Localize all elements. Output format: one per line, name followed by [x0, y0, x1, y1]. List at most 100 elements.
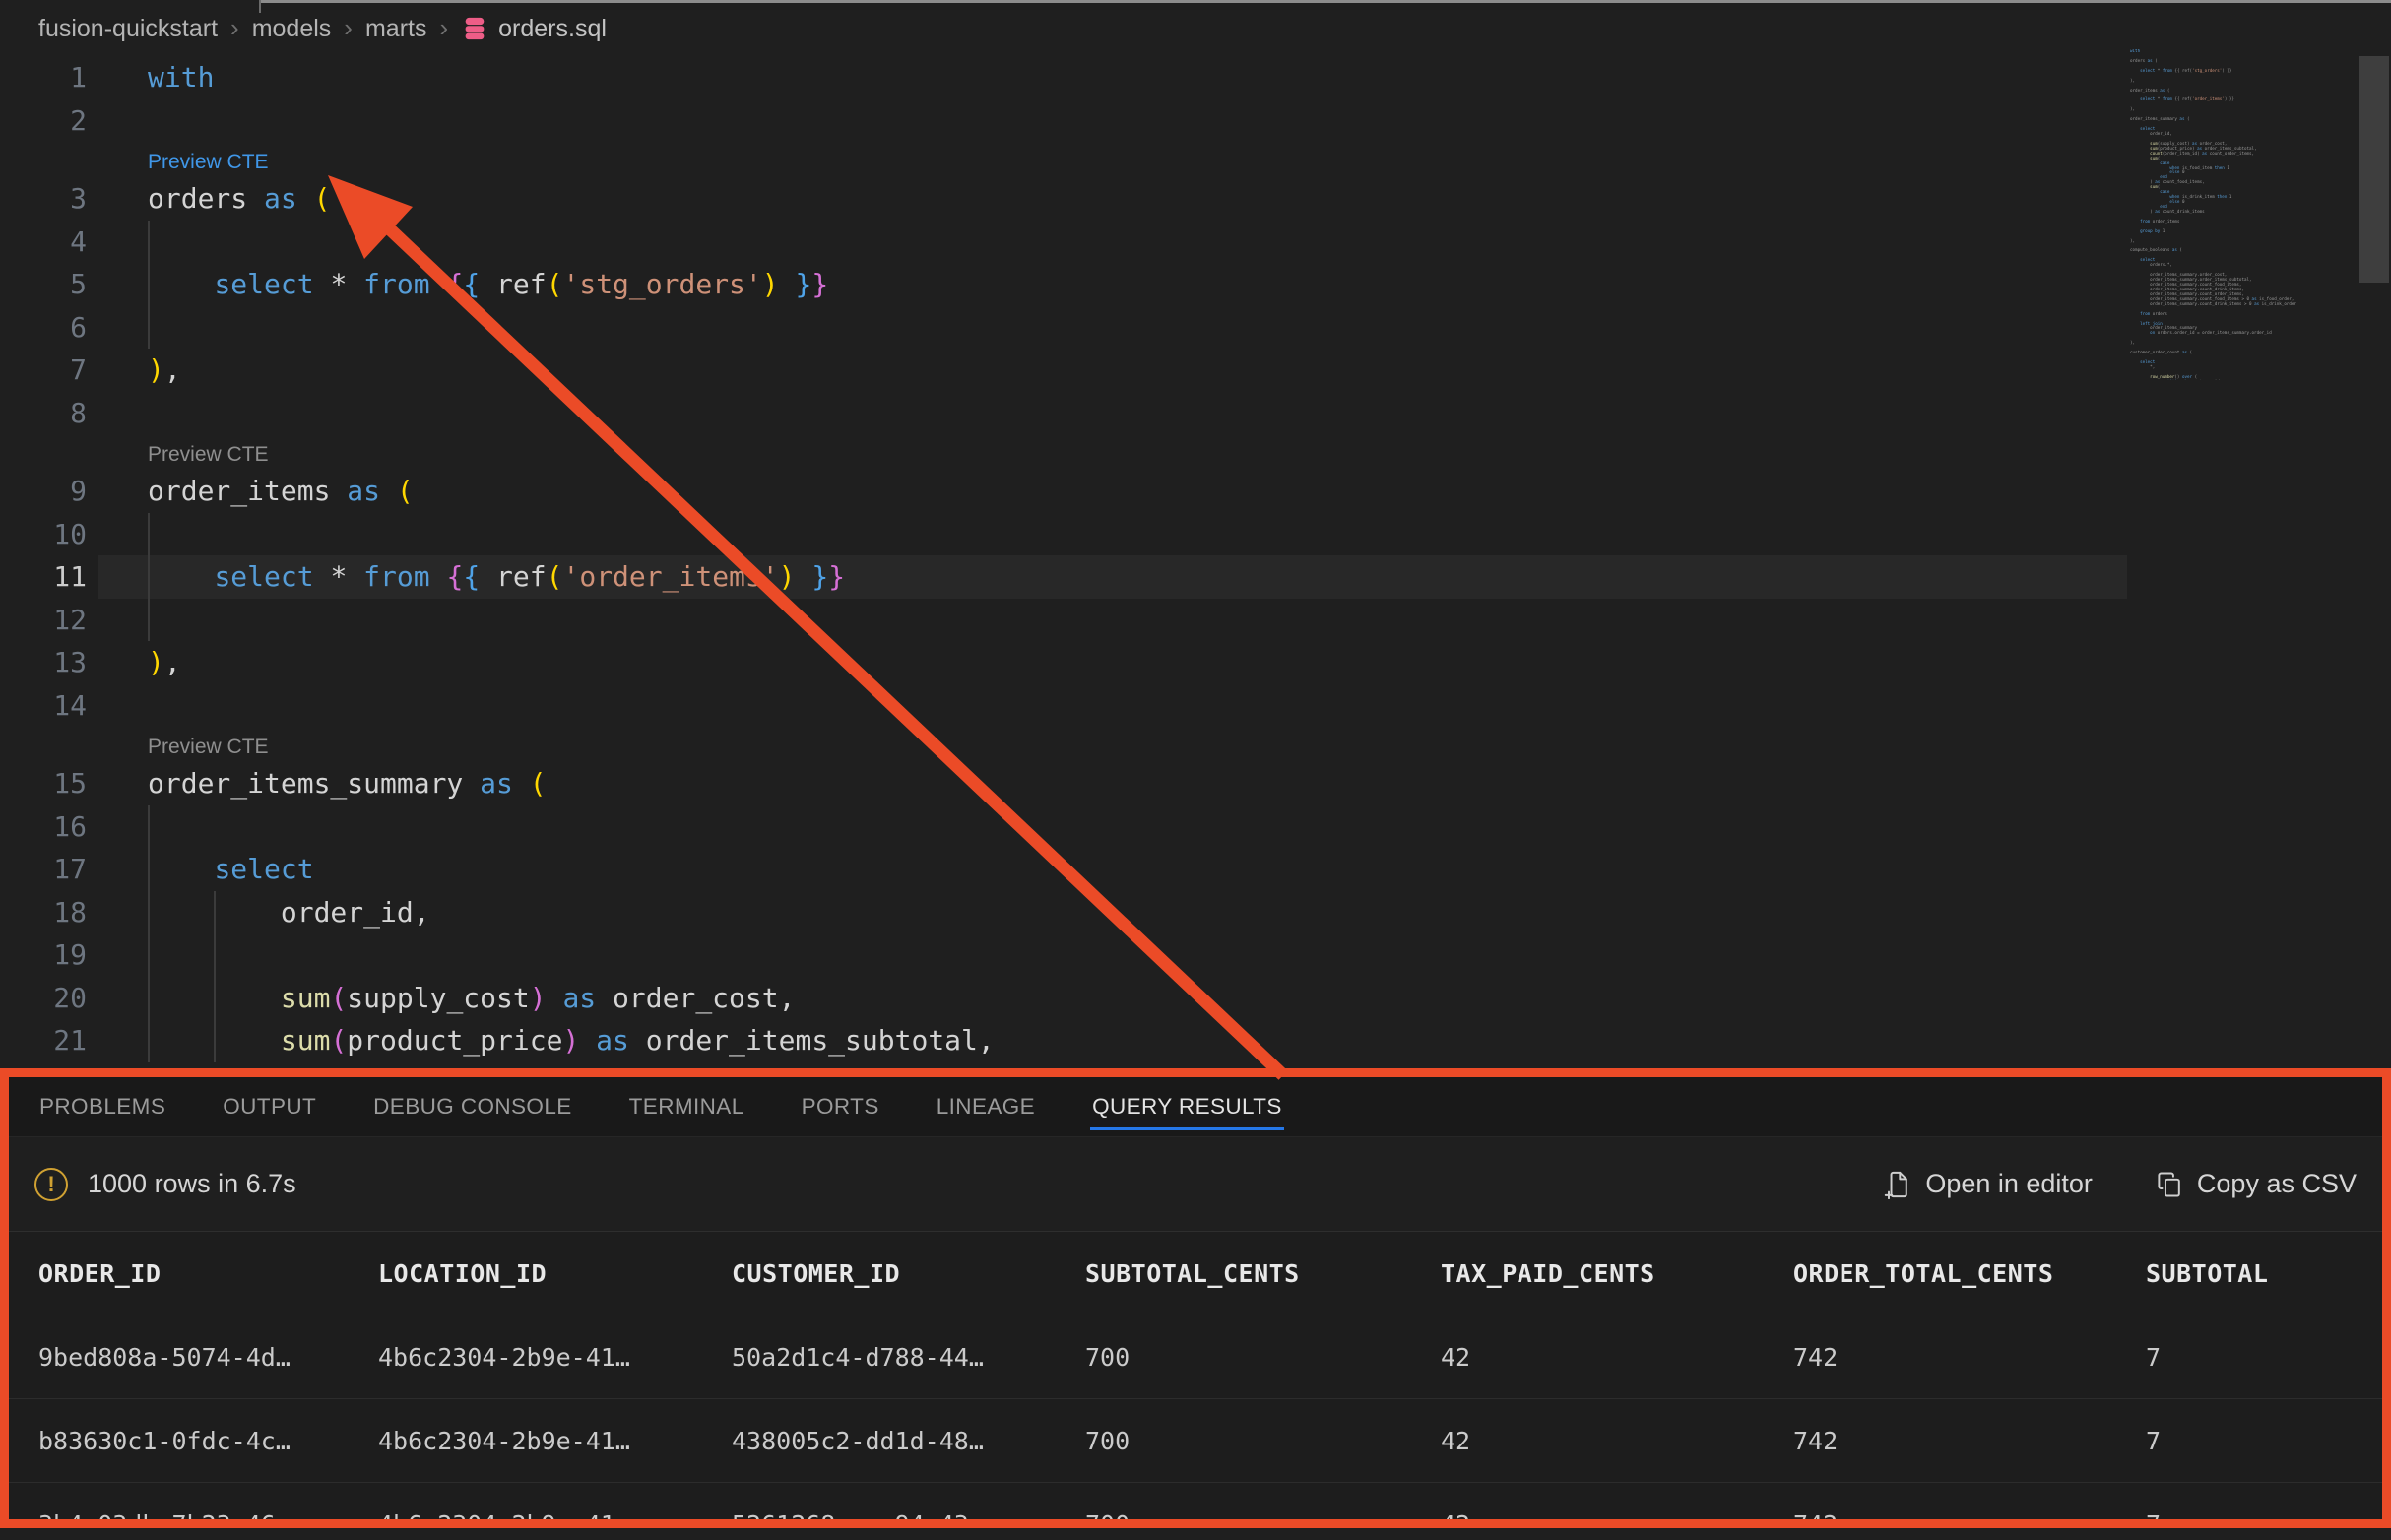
codelens-row: Preview CTE [0, 142, 2391, 177]
code-text: sum(supply_cost) as order_cost, [148, 977, 795, 1020]
panel-tab-label: PORTS [802, 1094, 879, 1120]
new-file-icon [1884, 1170, 1911, 1199]
column-header[interactable]: CUSTOMER_ID [732, 1259, 1085, 1288]
table-cell: 3b4a03db-7b23-46… [38, 1510, 378, 1529]
code-text: with [148, 56, 214, 99]
line-number: 4 [0, 221, 87, 264]
editor-scrollbar-thumb[interactable] [2359, 56, 2389, 283]
breadcrumb-item[interactable]: fusion-quickstart [38, 15, 218, 43]
preview-cte-codelens[interactable]: Preview CTE [148, 736, 269, 759]
line-number: 19 [0, 933, 87, 977]
open-in-editor-button[interactable]: Open in editor [1884, 1169, 2093, 1199]
panel-tab-output[interactable]: OUTPUT [202, 1077, 337, 1136]
code-text: ), [148, 349, 181, 392]
code-text: select * from {{ ref('order_items') }} [148, 555, 845, 599]
line-number: 16 [0, 805, 87, 849]
action-label: Open in editor [1925, 1169, 2093, 1199]
column-header[interactable]: LOCATION_ID [378, 1259, 732, 1288]
table-cell: 700 [1085, 1427, 1441, 1455]
code-line: 11 select * from {{ ref('order_items') }… [0, 555, 2391, 599]
table-cell: 742 [1793, 1427, 2146, 1455]
codelens-row: Preview CTE [0, 727, 2391, 762]
code-line: 5 select * from {{ ref('stg_orders') }} [0, 263, 2391, 306]
panel-tab-query-results[interactable]: QUERY RESULTS [1071, 1077, 1303, 1136]
code-text: sum(product_price) as order_items_subtot… [148, 1019, 995, 1062]
column-header[interactable]: ORDER_TOTAL_CENTS [1793, 1259, 2146, 1288]
panel-tab-label: PROBLEMS [39, 1094, 165, 1120]
panel-tab-label: LINEAGE [937, 1094, 1035, 1120]
line-number: 20 [0, 977, 87, 1020]
code-text: select * from {{ ref('stg_orders') }} [148, 263, 828, 306]
breadcrumb-separator-icon: › [230, 13, 239, 43]
table-cell: 700 [1085, 1343, 1441, 1372]
table-cell: 742 [1793, 1343, 2146, 1372]
code-line: 7), [0, 349, 2391, 392]
code-line: 3 orders as ( [0, 177, 2391, 221]
table-cell: 42 [1441, 1427, 1793, 1455]
panel-tab-bar: PROBLEMS OUTPUT DEBUG CONSOLE TERMINAL PORTS… [9, 1077, 2382, 1137]
line-number: 21 [0, 1019, 87, 1062]
table-cell: b83630c1-0fdc-4c… [38, 1427, 378, 1455]
code-line: 17 select [0, 848, 2391, 891]
code-line: 1 with [0, 56, 2391, 99]
results-table-header: ORDER_IDLOCATION_IDCUSTOMER_IDSUBTOTAL_C… [9, 1232, 2382, 1315]
code-editor[interactable]: 1 with 2 Preview CTE 3 orders as ( 45 select *… [0, 56, 2391, 1062]
panel-tab-terminal[interactable]: TERMINAL [609, 1077, 765, 1136]
table-row[interactable]: 3b4a03db-7b23-46…4b6c2304-2b9e-41…526126… [9, 1483, 2382, 1528]
column-header[interactable]: TAX_PAID_CENTS [1441, 1259, 1793, 1288]
preview-cte-codelens[interactable]: Preview CTE [148, 151, 269, 174]
code-line: 13), [0, 641, 2391, 684]
breadcrumb-file[interactable]: orders.sql [461, 15, 607, 43]
line-number: 10 [0, 513, 87, 556]
table-cell: 438005c2-dd1d-48… [732, 1427, 1085, 1455]
panel-tab-label: TERMINAL [629, 1094, 744, 1120]
warning-icon: ! [34, 1168, 68, 1201]
column-header[interactable]: ORDER_ID [38, 1259, 378, 1288]
breadcrumb-item[interactable]: marts [365, 15, 427, 43]
table-cell: 42 [1441, 1343, 1793, 1372]
table-row[interactable]: 9bed808a-5074-4d…4b6c2304-2b9e-41…50a2d1… [9, 1315, 2382, 1399]
line-number: 1 [0, 56, 87, 99]
results-table: 9bed808a-5074-4d…4b6c2304-2b9e-41…50a2d1… [9, 1315, 2382, 1528]
table-cell: 9bed808a-5074-4d… [38, 1343, 378, 1372]
line-number: 3 [0, 177, 87, 221]
line-number: 8 [0, 392, 87, 435]
code-line: 4 [0, 221, 2391, 264]
code-text: select [148, 848, 314, 891]
breadcrumb-separator-icon: › [344, 13, 353, 43]
preview-cte-codelens[interactable]: Preview CTE [148, 443, 269, 467]
line-number: 2 [0, 99, 87, 143]
breadcrumb-item[interactable]: models [252, 15, 332, 43]
code-line: 10 [0, 513, 2391, 556]
table-cell: 7 [2146, 1510, 2382, 1529]
panel-tab-ports[interactable]: PORTS [781, 1077, 900, 1136]
code-line: 16 [0, 805, 2391, 849]
panel-tab-problems[interactable]: PROBLEMS [19, 1077, 186, 1136]
panel-tab-debug-console[interactable]: DEBUG CONSOLE [353, 1077, 593, 1136]
code-line: 9order_items as ( [0, 470, 2391, 513]
breadcrumb-separator-icon: › [439, 13, 448, 43]
table-row[interactable]: b83630c1-0fdc-4c…4b6c2304-2b9e-41…438005… [9, 1399, 2382, 1483]
line-number: 12 [0, 599, 87, 642]
line-number: 14 [0, 684, 87, 728]
table-cell: 42 [1441, 1510, 1793, 1529]
line-number: 7 [0, 349, 87, 392]
code-line: 15order_items_summary as ( [0, 762, 2391, 805]
line-number: 6 [0, 306, 87, 350]
table-cell: 700 [1085, 1510, 1441, 1529]
panel-tab-label: QUERY RESULTS [1092, 1094, 1282, 1120]
table-cell: 5261268c-aa94-43… [732, 1510, 1085, 1529]
line-number: 5 [0, 263, 87, 306]
panel-tab-lineage[interactable]: LINEAGE [916, 1077, 1056, 1136]
column-header[interactable]: SUBTOTAL [2146, 1259, 2382, 1288]
row-count-status: 1000 rows in 6.7s [88, 1169, 296, 1199]
code-line: 14 [0, 684, 2391, 728]
table-cell: 4b6c2304-2b9e-41… [378, 1343, 732, 1372]
code-text: ), [148, 641, 181, 684]
column-header[interactable]: SUBTOTAL_CENTS [1085, 1259, 1441, 1288]
minimap[interactable]: with orders as ( select * from {{ ref('s… [2130, 49, 2355, 380]
code-text: order_items as ( [148, 470, 414, 513]
panel-tab-label: DEBUG CONSOLE [373, 1094, 572, 1120]
copy-as-csv-button[interactable]: Copy as CSV [2156, 1169, 2357, 1199]
code-text: orders as ( [148, 177, 330, 221]
